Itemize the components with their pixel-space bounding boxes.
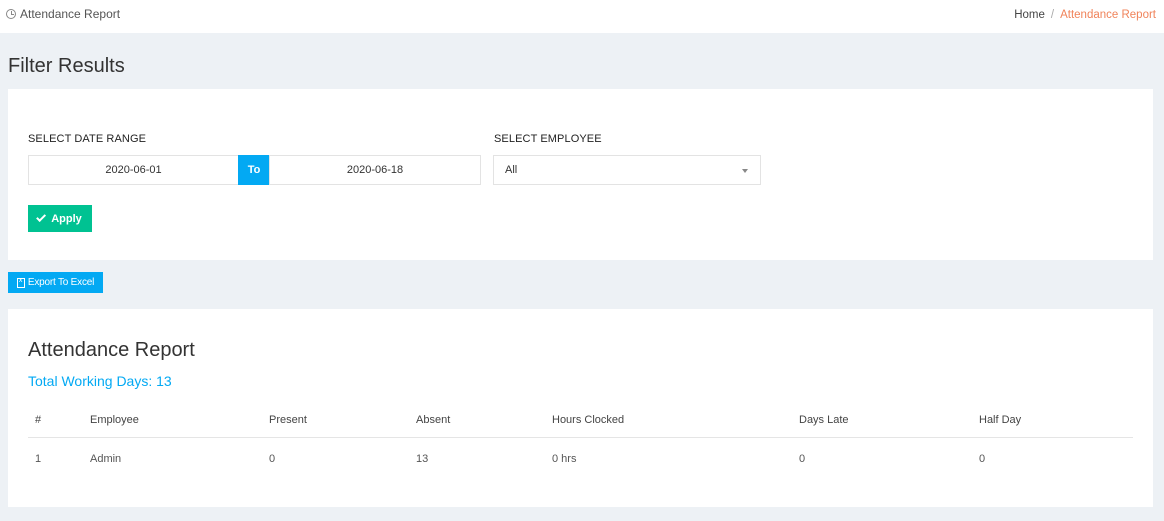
- table-row: 1 Admin 0 13 0 hrs 0 0: [28, 439, 1133, 479]
- date-range-label: SELECT DATE RANGE: [28, 133, 147, 145]
- cell-hours-clocked: 0 hrs: [552, 453, 577, 465]
- report-panel: Attendance Report Total Working Days: 13…: [8, 309, 1153, 507]
- clock-icon: [6, 9, 16, 19]
- employee-select[interactable]: All: [493, 155, 761, 185]
- employee-select-value: All: [505, 164, 518, 176]
- end-date-input[interactable]: 2020-06-18: [269, 155, 481, 185]
- caret-down-icon: [742, 169, 748, 173]
- column-header-half-day: Half Day: [979, 413, 1022, 426]
- column-header-number: #: [35, 413, 42, 426]
- cell-days-late: 0: [799, 453, 806, 465]
- top-bar: Attendance Report Home / Attendance Repo…: [0, 0, 1164, 33]
- cell-half-day: 0: [979, 453, 986, 465]
- apply-button-label: Apply: [51, 212, 82, 225]
- breadcrumb: Home / Attendance Report: [1014, 9, 1156, 21]
- total-working-days: Total Working Days: 13: [28, 373, 172, 389]
- filter-results-heading: Filter Results: [8, 55, 125, 77]
- column-header-absent: Absent: [416, 413, 451, 426]
- filter-panel: SELECT DATE RANGE 2020-06-01 To 2020-06-…: [8, 89, 1153, 260]
- page-heading-text: Attendance Report: [20, 7, 121, 21]
- breadcrumb-current: Attendance Report: [1060, 9, 1156, 21]
- export-to-excel-button[interactable]: Export To Excel: [8, 272, 103, 293]
- check-icon: [36, 212, 47, 223]
- column-header-hours-clocked: Hours Clocked: [552, 413, 625, 426]
- start-date-input[interactable]: 2020-06-01: [28, 155, 239, 185]
- cell-employee: Admin: [90, 453, 122, 465]
- apply-button[interactable]: Apply: [28, 205, 92, 232]
- cell-number: 1: [35, 453, 42, 465]
- report-title: Attendance Report: [28, 339, 195, 361]
- date-range-to-addon: To: [238, 155, 270, 185]
- column-header-days-late: Days Late: [799, 413, 849, 426]
- cell-absent: 13: [416, 453, 429, 465]
- breadcrumb-home-link[interactable]: Home: [1014, 9, 1045, 21]
- cell-present: 0: [269, 453, 276, 465]
- column-header-employee: Employee: [90, 413, 139, 426]
- employee-label: SELECT EMPLOYEE: [494, 133, 602, 145]
- table-header: # Employee Present Absent Hours Clocked …: [28, 402, 1133, 438]
- breadcrumb-separator: /: [1050, 9, 1055, 21]
- excel-file-icon: [16, 277, 25, 288]
- page-heading: Attendance Report: [6, 7, 120, 21]
- export-button-label: Export To Excel: [27, 277, 95, 288]
- column-header-present: Present: [269, 413, 307, 426]
